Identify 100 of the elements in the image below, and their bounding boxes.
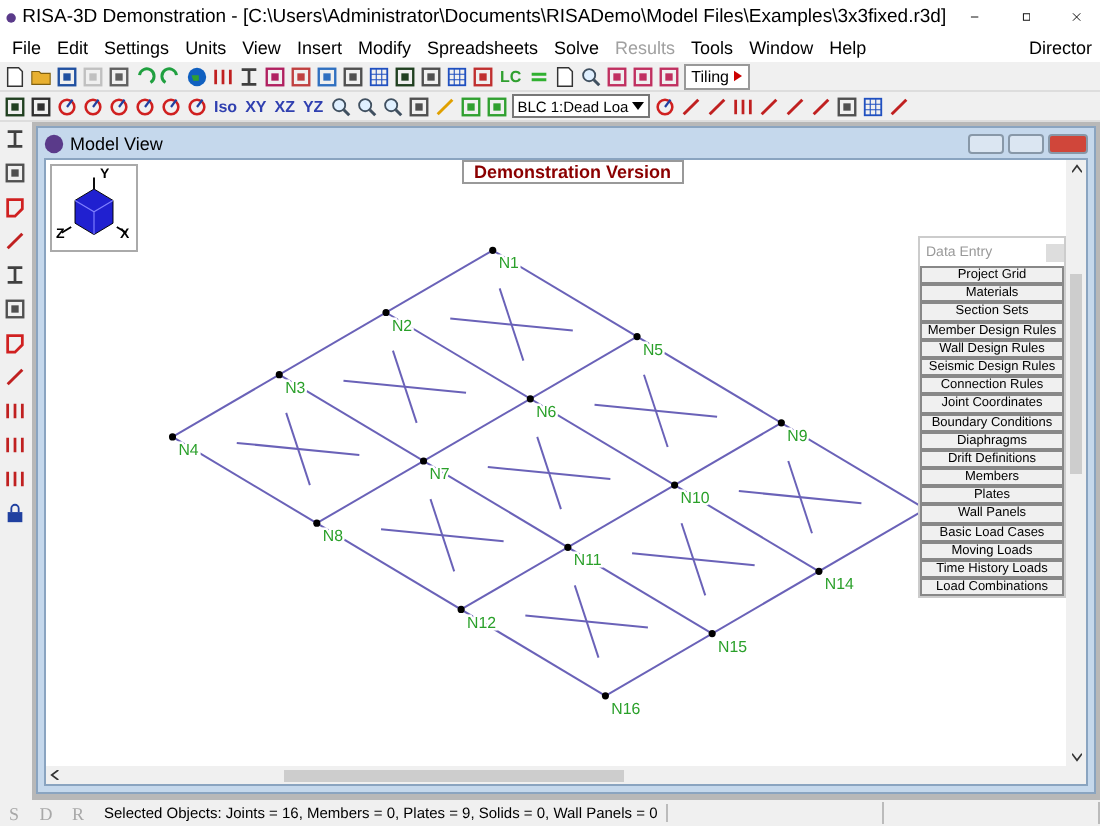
menu-item[interactable]: Help bbox=[821, 38, 875, 58]
scroll-up-icon[interactable] bbox=[1071, 164, 1081, 174]
scroll-left-icon[interactable] bbox=[50, 770, 60, 780]
window-title: Model View bbox=[70, 133, 163, 153]
plate-cross-icon bbox=[449, 287, 574, 362]
line-icon[interactable] bbox=[706, 95, 729, 117]
plate-cross-icon bbox=[737, 460, 863, 535]
node-dot bbox=[489, 246, 497, 254]
grid-icon[interactable] bbox=[862, 95, 885, 117]
node-dot bbox=[168, 433, 177, 441]
bars-icon[interactable] bbox=[732, 95, 755, 117]
magnifier-icon[interactable] bbox=[381, 95, 404, 117]
grid-icon[interactable] bbox=[368, 65, 390, 87]
node-label: N3 bbox=[285, 378, 306, 397]
app-icon bbox=[6, 7, 17, 27]
node-label: N14 bbox=[824, 575, 854, 594]
globe-icon[interactable] bbox=[186, 65, 208, 87]
menu-item[interactable]: View bbox=[234, 38, 289, 58]
view-button[interactable]: Iso bbox=[212, 97, 240, 115]
line-icon[interactable] bbox=[784, 95, 807, 117]
node-label: N9 bbox=[787, 426, 808, 445]
rotate-icon[interactable] bbox=[160, 95, 182, 117]
magnifier-icon[interactable] bbox=[355, 95, 378, 117]
line-icon[interactable] bbox=[4, 366, 26, 388]
menu-item[interactable]: Solve bbox=[546, 38, 608, 58]
menu-item[interactable]: Edit bbox=[49, 38, 97, 58]
magnifier-icon[interactable] bbox=[579, 65, 602, 87]
close-icon[interactable] bbox=[1072, 8, 1082, 26]
magnifier-icon[interactable] bbox=[329, 95, 352, 117]
menu-item[interactable]: File bbox=[4, 38, 50, 58]
app-icon bbox=[44, 133, 64, 153]
node-dot bbox=[526, 395, 534, 403]
plate-cross-icon bbox=[486, 435, 612, 511]
frame-icon[interactable] bbox=[836, 95, 859, 117]
view-button[interactable]: XY bbox=[243, 97, 269, 115]
node-label: N4 bbox=[178, 440, 199, 459]
plate-icon[interactable] bbox=[4, 332, 26, 354]
bars-icon[interactable] bbox=[212, 65, 234, 87]
line-icon[interactable] bbox=[758, 95, 781, 117]
rotate-icon[interactable] bbox=[134, 95, 156, 117]
beam-icon[interactable] bbox=[4, 264, 26, 286]
grid-icon[interactable] bbox=[446, 65, 468, 87]
line-icon[interactable] bbox=[4, 230, 26, 252]
menu-item[interactable]: Tools bbox=[683, 38, 742, 58]
bars-icon[interactable] bbox=[4, 434, 26, 456]
node-label: N2 bbox=[391, 316, 413, 335]
rotate-icon[interactable] bbox=[186, 95, 208, 117]
menu-item[interactable]: Units bbox=[177, 38, 235, 58]
node-dot bbox=[420, 457, 428, 465]
menu-item[interactable]: Window bbox=[741, 38, 822, 58]
plate-cross-icon bbox=[631, 522, 756, 597]
dropdown-arrow-icon[interactable] bbox=[632, 102, 645, 110]
menu-item[interactable]: Modify bbox=[349, 38, 419, 58]
menu-item[interactable]: Director bbox=[1020, 38, 1100, 58]
frame-icon[interactable] bbox=[420, 65, 442, 87]
lock-icon[interactable] bbox=[4, 502, 26, 524]
menu-item[interactable]: Insert bbox=[288, 38, 350, 58]
node-dot bbox=[815, 567, 823, 575]
plate-cross-icon bbox=[342, 349, 468, 424]
plate-cross-icon bbox=[235, 411, 361, 487]
menu-item[interactable]: Spreadsheets bbox=[418, 38, 547, 58]
node-dot bbox=[671, 481, 679, 489]
rotate-icon[interactable] bbox=[654, 95, 677, 117]
node-dot bbox=[275, 371, 283, 379]
rotate-icon[interactable] bbox=[82, 95, 104, 117]
rotate-icon[interactable] bbox=[108, 95, 130, 117]
bars-icon[interactable] bbox=[4, 400, 26, 422]
redo-icon[interactable] bbox=[160, 65, 182, 87]
bars-icon[interactable] bbox=[4, 468, 26, 490]
frame-icon[interactable] bbox=[407, 95, 430, 117]
node-dot bbox=[601, 692, 609, 700]
scroll-down-icon[interactable] bbox=[1071, 752, 1081, 762]
node-label: N5 bbox=[643, 340, 664, 359]
line-icon[interactable] bbox=[680, 95, 703, 117]
node-label: N16 bbox=[611, 699, 641, 718]
beam-icon[interactable] bbox=[4, 128, 26, 150]
node-dot bbox=[313, 519, 321, 527]
node-dot bbox=[708, 629, 716, 638]
line-icon[interactable] bbox=[888, 95, 911, 117]
frame-icon[interactable] bbox=[342, 65, 364, 87]
view-button[interactable]: YZ bbox=[300, 97, 326, 115]
frame-icon[interactable] bbox=[4, 162, 26, 184]
maximize-icon[interactable] bbox=[1021, 8, 1031, 26]
view-button[interactable]: XZ bbox=[272, 97, 297, 115]
vertical-scrollbar[interactable] bbox=[1066, 160, 1086, 766]
plate-icon[interactable] bbox=[4, 196, 26, 218]
horizontal-scrollbar[interactable] bbox=[46, 766, 1086, 784]
plate-cross-icon bbox=[593, 373, 719, 448]
line-icon[interactable] bbox=[810, 95, 833, 117]
menu-item[interactable]: Settings bbox=[96, 38, 178, 58]
rotate-icon[interactable] bbox=[56, 95, 78, 117]
node-label: N15 bbox=[718, 637, 748, 656]
tiling-button[interactable]: Tiling bbox=[683, 63, 749, 89]
caret-icon bbox=[733, 70, 741, 82]
beam-icon[interactable] bbox=[238, 65, 260, 87]
undo-icon[interactable] bbox=[134, 65, 156, 87]
node-label: N1 bbox=[498, 254, 519, 273]
plate-cross-icon bbox=[524, 584, 649, 659]
close-button[interactable] bbox=[1048, 133, 1088, 153]
frame-icon[interactable] bbox=[4, 298, 26, 320]
